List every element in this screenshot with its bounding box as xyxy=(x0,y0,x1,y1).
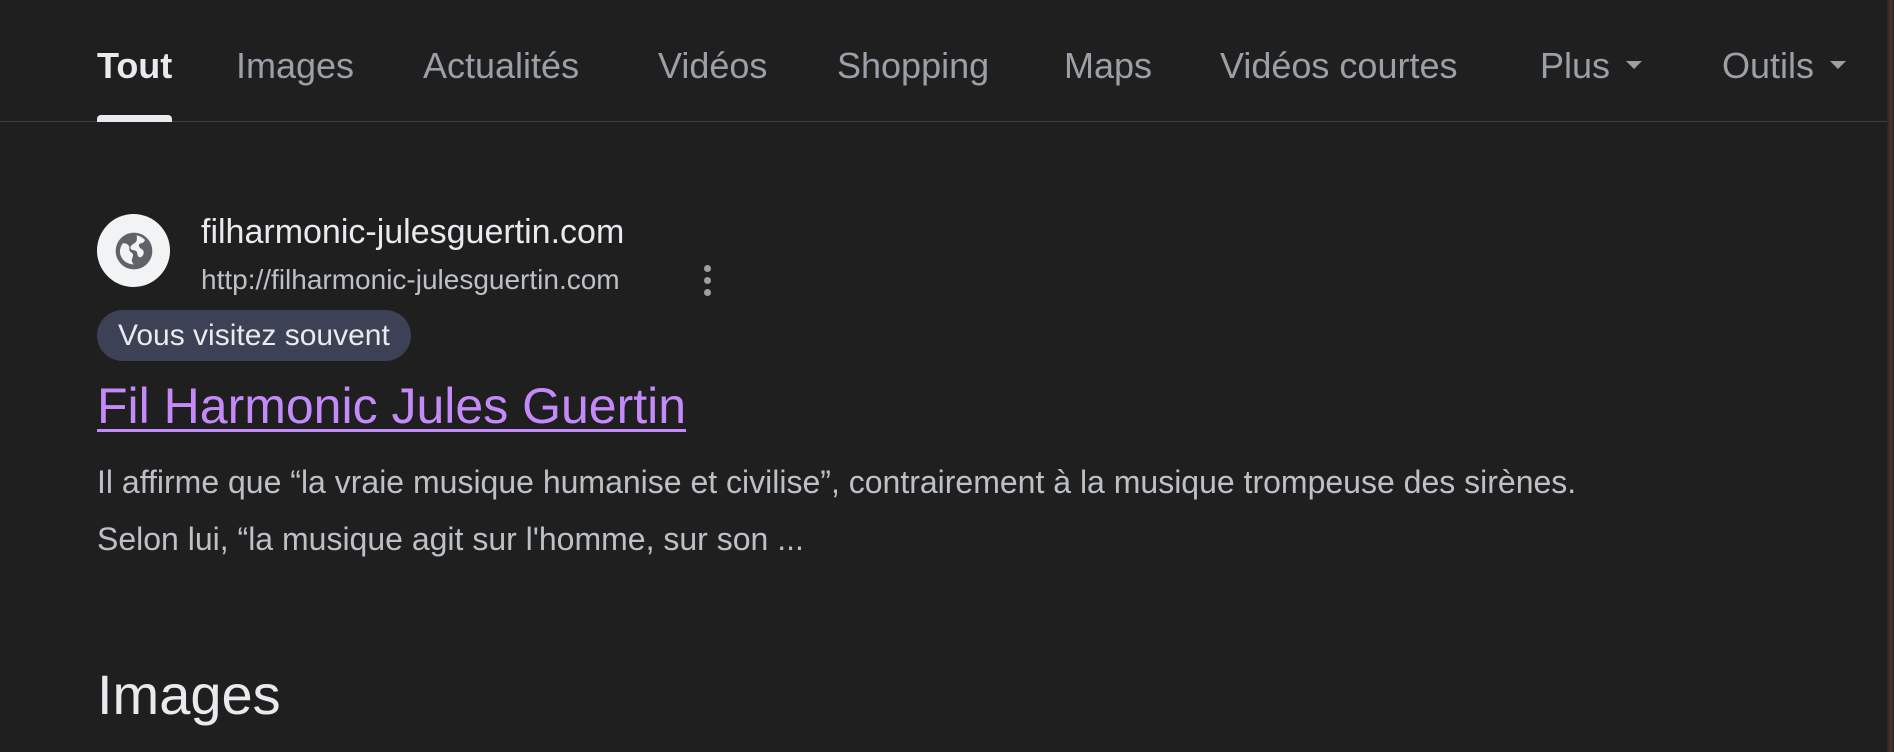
tab-label: Vidéos xyxy=(658,45,768,86)
tab-label: Tout xyxy=(97,45,173,86)
tab-images[interactable]: Images xyxy=(236,38,354,122)
window-edge xyxy=(1887,0,1894,752)
caret-down-icon xyxy=(1830,61,1847,70)
tab-label: Outils xyxy=(1722,45,1815,86)
globe-icon xyxy=(115,232,152,269)
tab-shopping[interactable]: Shopping xyxy=(837,38,989,122)
images-section-heading: Images xyxy=(97,663,281,726)
result-snippet: Il affirme que “la vraie musique humanis… xyxy=(97,454,1857,568)
tab-actualites[interactable]: Actualités xyxy=(423,38,579,122)
snippet-line: Il affirme que “la vraie musique humanis… xyxy=(97,464,1577,500)
tab-videos-courtes[interactable]: Vidéos courtes xyxy=(1220,38,1457,122)
tab-label: Plus xyxy=(1540,45,1611,86)
tab-tout[interactable]: Tout xyxy=(97,38,173,122)
result-site-url[interactable]: http://filharmonic-julesguertin.com xyxy=(201,260,620,300)
tab-label: Shopping xyxy=(837,45,990,86)
caret-down-icon xyxy=(1626,61,1643,70)
tab-label: Vidéos courtes xyxy=(1220,45,1458,86)
result-title-link[interactable]: Fil Harmonic Jules Guertin xyxy=(97,374,686,438)
visited-often-badge: Vous visitez souvent xyxy=(97,310,411,361)
more-vert-icon[interactable] xyxy=(693,260,721,300)
search-tabs-bar: Tout Images Actualités Vidéos Shopping M… xyxy=(0,0,1887,122)
site-favicon[interactable] xyxy=(97,214,170,287)
result-site-name[interactable]: filharmonic-julesguertin.com xyxy=(201,210,624,254)
tab-plus[interactable]: Plus xyxy=(1540,38,1643,122)
tab-label: Maps xyxy=(1064,45,1153,86)
snippet-line: Selon lui, “la musique agit sur l'homme,… xyxy=(97,521,804,557)
tab-outils[interactable]: Outils xyxy=(1722,38,1847,122)
tab-maps[interactable]: Maps xyxy=(1064,38,1152,122)
tab-videos[interactable]: Vidéos xyxy=(658,38,767,122)
tab-label: Images xyxy=(236,45,355,86)
tab-label: Actualités xyxy=(423,45,580,86)
